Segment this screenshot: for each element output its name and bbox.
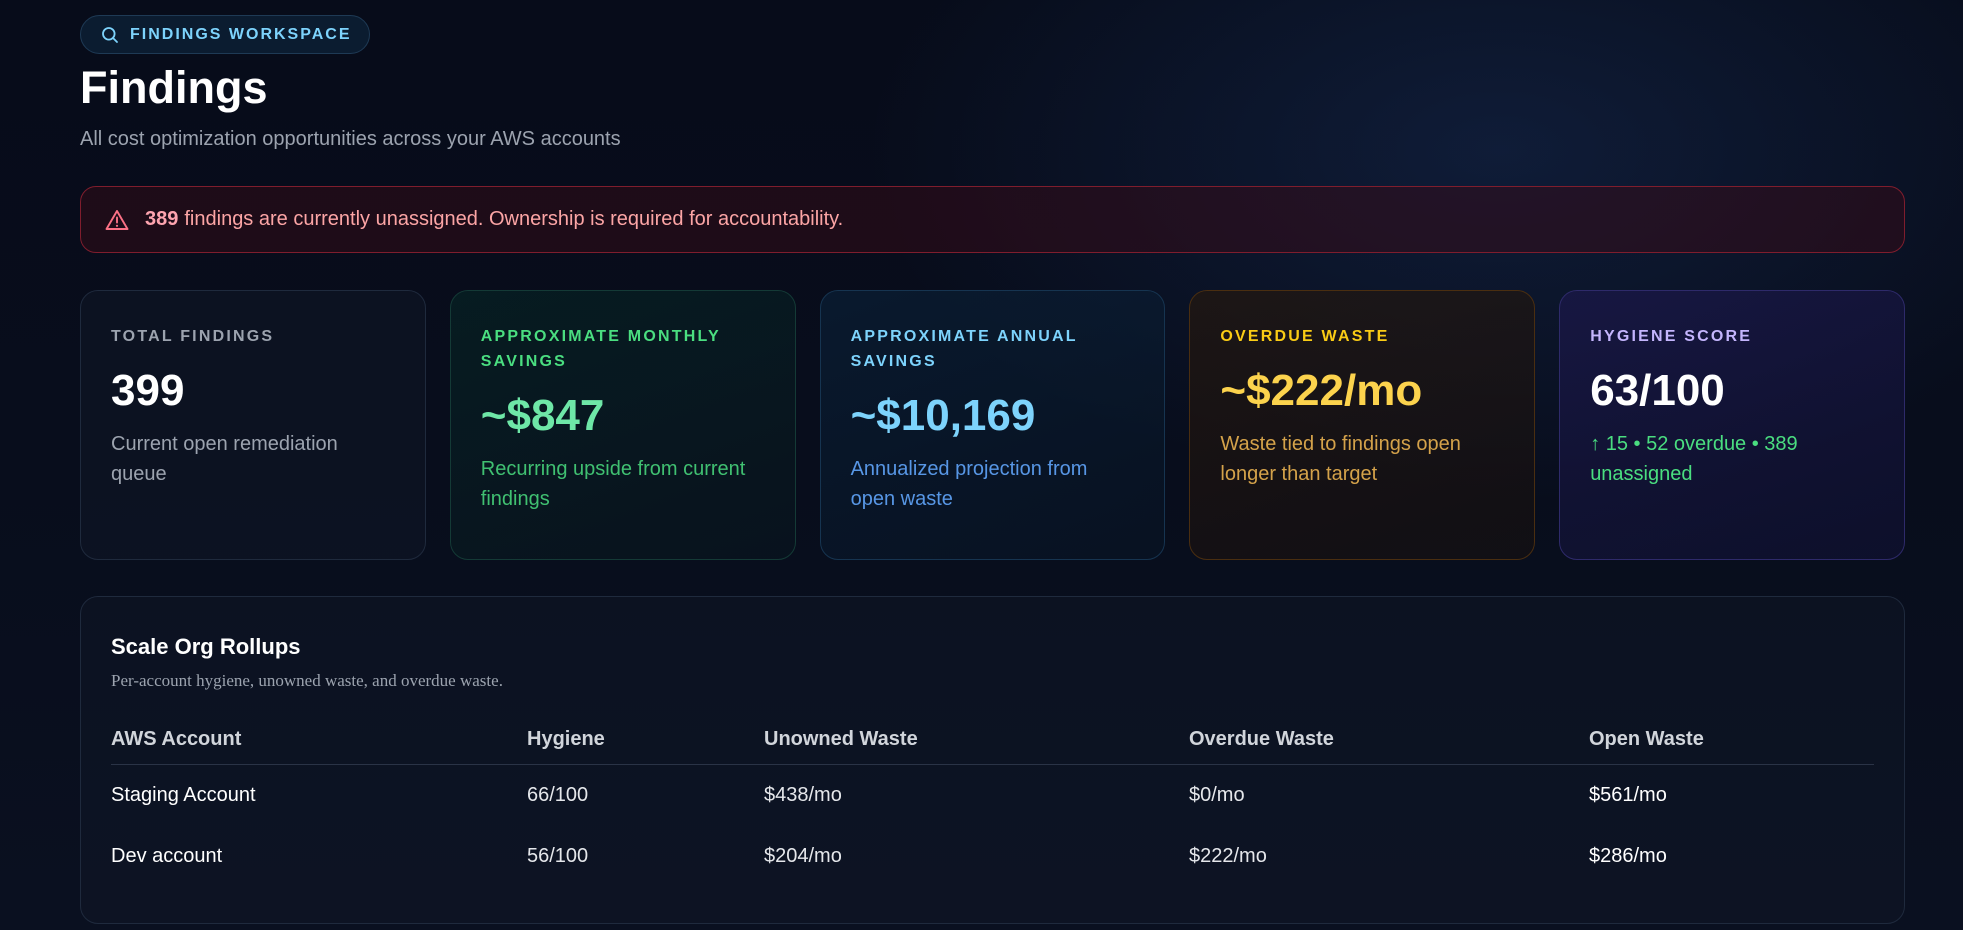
card-value: 399 bbox=[111, 366, 185, 415]
card-description: Waste tied to findings open longer than … bbox=[1220, 433, 1461, 485]
open-waste-cell: $286/mo bbox=[1589, 845, 1667, 867]
column-header-unowned-waste[interactable]: Unowned Waste bbox=[764, 715, 1189, 765]
findings-page: FINDINGS WORKSPACE Findings All cost opt… bbox=[80, 15, 1905, 924]
card-label: APPROXIMATE ANNUAL SAVINGS bbox=[850, 328, 1078, 370]
column-header-overdue-waste[interactable]: Overdue Waste bbox=[1189, 715, 1589, 765]
hygiene-cell: 56/100 bbox=[527, 845, 589, 867]
account-name-cell: Staging Account bbox=[111, 783, 256, 806]
summary-cards: TOTAL FINDINGS 399 Current open remediat… bbox=[80, 290, 1905, 560]
unowned-waste-cell: $204/mo bbox=[764, 845, 842, 867]
column-header-hygiene[interactable]: Hygiene bbox=[527, 715, 764, 765]
org-rollups-panel: Scale Org Rollups Per-account hygiene, u… bbox=[80, 596, 1905, 924]
card-value: ~$222/mo bbox=[1220, 366, 1423, 415]
table-row[interactable]: Dev account 56/100 $204/mo $222/mo $286/… bbox=[111, 826, 1874, 887]
card-value: ~$847 bbox=[480, 391, 605, 440]
table-header-row: AWS Account Hygiene Unowned Waste Overdu… bbox=[111, 715, 1874, 765]
account-name-cell: Dev account bbox=[111, 845, 223, 867]
card-description: ↑ 15 • 52 overdue • 389 unassigned bbox=[1590, 433, 1798, 485]
overdue-waste-cell: $0/mo bbox=[1189, 783, 1245, 806]
annual-savings-card: APPROXIMATE ANNUAL SAVINGS ~$10,169 Annu… bbox=[819, 290, 1166, 560]
hygiene-score-card: HYGIENE SCORE 63/100 ↑ 15 • 52 overdue •… bbox=[1559, 290, 1905, 560]
hygiene-cell: 66/100 bbox=[527, 783, 589, 806]
monthly-savings-card: APPROXIMATE MONTHLY SAVINGS ~$847 Recurr… bbox=[449, 290, 796, 560]
table-row[interactable]: Staging Account 66/100 $438/mo $0/mo $56… bbox=[111, 764, 1874, 826]
rollups-subtitle: Per-account hygiene, unowned waste, and … bbox=[111, 671, 503, 690]
card-label: TOTAL FINDINGS bbox=[111, 328, 275, 345]
findings-workspace-badge: FINDINGS WORKSPACE bbox=[80, 15, 371, 54]
overdue-waste-cell: $222/mo bbox=[1189, 845, 1267, 867]
unowned-waste-cell: $438/mo bbox=[764, 783, 842, 806]
column-header-open-waste[interactable]: Open Waste bbox=[1589, 715, 1874, 765]
unassigned-count: 389 bbox=[145, 208, 179, 230]
rollups-table: AWS Account Hygiene Unowned Waste Overdu… bbox=[111, 715, 1874, 887]
card-label: HYGIENE SCORE bbox=[1590, 328, 1753, 345]
column-header-aws-account[interactable]: AWS Account bbox=[111, 715, 527, 765]
card-description: Recurring upside from current findings bbox=[480, 458, 746, 510]
warning-triangle-icon bbox=[105, 209, 129, 231]
unassigned-alert: 389 findings are currently unassigned. O… bbox=[80, 186, 1905, 253]
search-icon bbox=[101, 26, 119, 44]
page-subtitle: All cost optimization opportunities acro… bbox=[80, 128, 621, 150]
open-waste-cell: $561/mo bbox=[1589, 783, 1667, 806]
total-findings-card: TOTAL FINDINGS 399 Current open remediat… bbox=[80, 290, 426, 560]
card-description: Annualized projection from open waste bbox=[850, 458, 1088, 510]
card-label: APPROXIMATE MONTHLY SAVINGS bbox=[480, 328, 721, 370]
rollups-title: Scale Org Rollups bbox=[111, 634, 301, 659]
overdue-waste-card: OVERDUE WASTE ~$222/mo Waste tied to fin… bbox=[1189, 290, 1536, 560]
card-value: ~$10,169 bbox=[850, 391, 1036, 440]
card-description: Current open remediation queue bbox=[111, 433, 338, 485]
badge-label: FINDINGS WORKSPACE bbox=[130, 25, 352, 43]
alert-message: findings are currently unassigned. Owner… bbox=[184, 208, 844, 230]
card-value: 63/100 bbox=[1590, 366, 1725, 415]
page-title: Findings bbox=[80, 62, 268, 113]
card-label: OVERDUE WASTE bbox=[1220, 328, 1390, 345]
